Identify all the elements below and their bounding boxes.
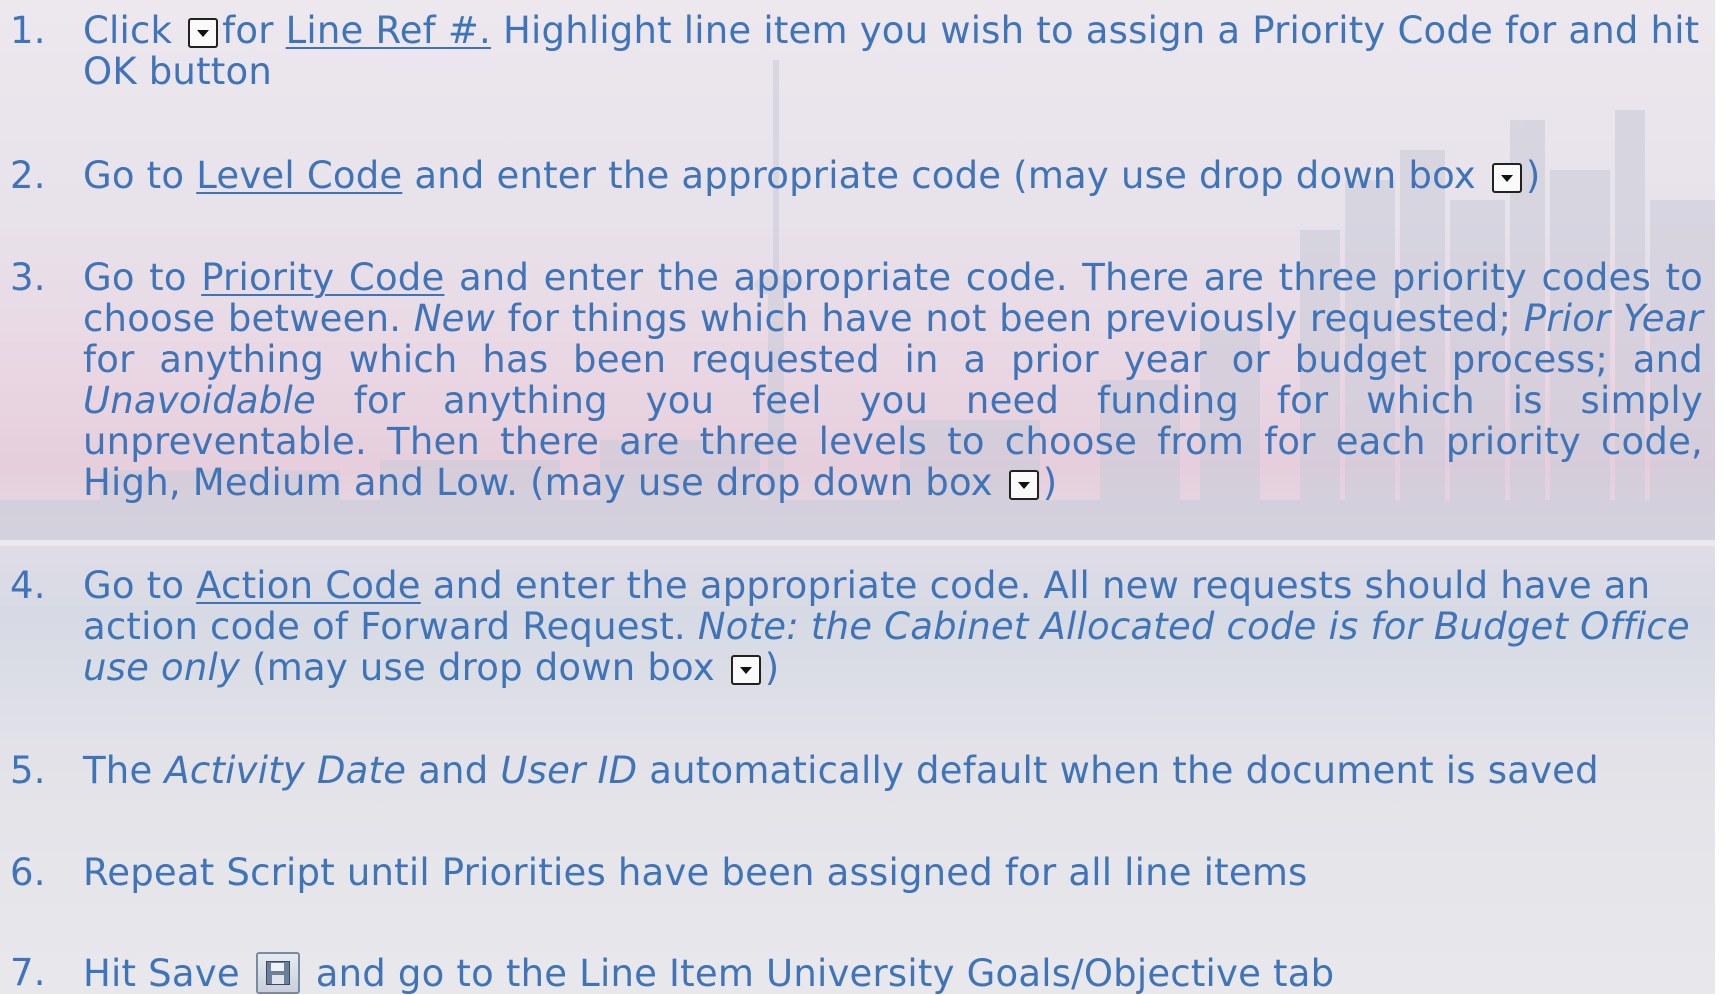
step-text: Go to Priority Code and enter the approp… (83, 257, 1703, 503)
step-text-part: and (418, 749, 489, 792)
field-name-level-code: Level Code (196, 154, 403, 197)
step-text: Repeat Script until Priorities have been… (83, 852, 1703, 893)
dropdown-arrow-icon (188, 18, 219, 48)
step-text-part: Go to (83, 564, 185, 607)
step-text: Hit Save and go to the Line Item Univers… (83, 952, 1703, 994)
field-name-priority-code: Priority Code (201, 256, 445, 299)
priority-prior-year: Prior Year (1523, 297, 1703, 340)
step-number: 5. (10, 749, 46, 792)
step-text-part: Repeat Script until Priorities have been… (83, 851, 1308, 894)
step-text-part: for anything you feel you need funding f… (83, 379, 1703, 504)
priority-unavoidable: Unavoidable (83, 379, 316, 422)
step-text-part: Go to (83, 256, 187, 299)
field-name-activity-date: Activity Date (164, 749, 407, 792)
dropdown-arrow-icon (1008, 470, 1039, 500)
step-text-part: for (222, 9, 274, 52)
step-number: 3. (10, 256, 46, 299)
dropdown-arrow-icon (730, 655, 761, 685)
step-text: Go to Action Code and enter the appropri… (83, 565, 1703, 688)
step-text-part: Go to (83, 154, 185, 197)
field-name-line-ref: Line Ref #. (285, 9, 492, 52)
step-text-part: Hit Save (83, 952, 240, 995)
step-text: The Activity Date and User ID automatica… (83, 750, 1703, 791)
step-text-part: Click (83, 9, 173, 52)
step-number: 4. (10, 564, 46, 607)
step-text-part: ) (1042, 461, 1058, 504)
step-text-part: (may use drop down box (252, 646, 715, 689)
step-text-part: and enter the appropriate code (may use … (414, 154, 1476, 197)
step-text-part: ) (1525, 154, 1541, 197)
step-text-part: The (83, 749, 153, 792)
step-number: 2. (10, 154, 46, 197)
step-text-part: for anything which has been requested in… (83, 338, 1703, 381)
step-text-part: automatically default when the document … (649, 749, 1599, 792)
priority-new: New (413, 297, 496, 340)
step-text: Go to Level Code and enter the appropria… (83, 155, 1703, 196)
step-text: Click for Line Ref #. Highlight line ite… (83, 10, 1703, 92)
step-text-part: for things which have not been previousl… (507, 297, 1512, 340)
right-edge-strip (1715, 0, 1725, 994)
floppy-disk-save-icon (255, 952, 300, 994)
field-name-action-code: Action Code (196, 564, 421, 607)
step-number: 7. (10, 951, 46, 994)
step-number: 1. (10, 9, 46, 52)
field-name-user-id: User ID (500, 749, 638, 792)
dropdown-arrow-icon (1491, 163, 1522, 193)
step-text-part: ) (764, 646, 780, 689)
instruction-list: 1. Click for Line Ref #. Highlight line … (0, 0, 1715, 994)
step-number: 6. (10, 851, 46, 894)
step-text-part: and go to the Line Item University Goals… (315, 952, 1335, 995)
